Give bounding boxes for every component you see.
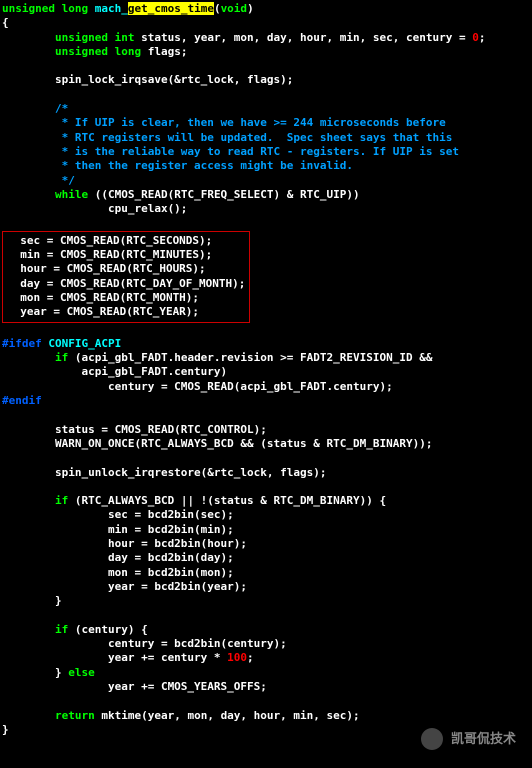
comment-l1: /* [2, 102, 68, 115]
return-kw: return [55, 709, 95, 722]
decl-vars1: status, year, mon, day, hour, min, sec, … [134, 31, 472, 44]
while-cond: ((CMOS_READ(RTC_FREQ_SELECT) & RTC_UIP)) [88, 188, 360, 201]
acpi-if: if [55, 351, 68, 364]
return-body: mktime(year, mon, day, hour, min, sec); [95, 709, 360, 722]
decl-uint: unsigned int [55, 31, 134, 44]
bcd-cond: (RTC_ALWAYS_BCD || !(status & RTC_DM_BIN… [68, 494, 386, 507]
comment-l4: * is the reliable way to read RTC - regi… [2, 145, 459, 158]
pp-endif: #endif [2, 394, 42, 407]
while-kw: while [55, 188, 88, 201]
else-kw: else [68, 666, 95, 679]
comment-l6: */ [2, 174, 75, 187]
watermark: 凯哥侃技术 [421, 728, 516, 750]
acpi-cond: (acpi_gbl_FADT.header.revision >= FADT2_… [68, 351, 432, 364]
spinlock-call: spin_lock_irqsave(&rtc_lock, flags); [2, 73, 293, 86]
param-void: void [221, 2, 248, 15]
brace-open: { [2, 16, 9, 29]
decl-vars2: flags; [141, 45, 187, 58]
century-if: if [55, 623, 68, 636]
return-type: unsigned long [2, 2, 88, 15]
while-body: cpu_relax(); [2, 202, 187, 215]
red-box: sec = CMOS_READ(RTC_SECONDS); min = CMOS… [2, 231, 250, 323]
watermark-text: 凯哥侃技术 [451, 731, 516, 748]
century-cond: (century) { [68, 623, 147, 636]
decl-ulong: unsigned long [55, 45, 141, 58]
comment-l3: * RTC registers will be updated. Spec sh… [2, 131, 452, 144]
pp-ifdef: #ifdef [2, 337, 42, 350]
status-line: status = CMOS_READ(RTC_CONTROL); [2, 423, 267, 436]
acpi-cond2: acpi_gbl_FADT.century) [2, 365, 227, 378]
num-zero: 0 [472, 31, 479, 44]
comment-l2: * If UIP is clear, then we have >= 244 m… [2, 116, 446, 129]
brace-close: } [2, 723, 9, 736]
code-block: unsigned long mach_get_cmos_time(void) {… [0, 0, 532, 739]
watermark-icon [421, 728, 443, 750]
num-100: 100 [227, 651, 247, 664]
unlock-line: spin_unlock_irqrestore(&rtc_lock, flags)… [2, 466, 327, 479]
pp-config: CONFIG_ACPI [42, 337, 121, 350]
fn-name-highlight: get_cmos_time [128, 2, 214, 15]
acpi-body: century = CMOS_READ(acpi_gbl_FADT.centur… [2, 380, 393, 393]
fn-name-pre: mach_ [95, 2, 128, 15]
bcd-if: if [55, 494, 68, 507]
warn-line: WARN_ON_ONCE(RTC_ALWAYS_BCD && (status &… [2, 437, 432, 450]
comment-l5: * then the register access might be inva… [2, 159, 353, 172]
